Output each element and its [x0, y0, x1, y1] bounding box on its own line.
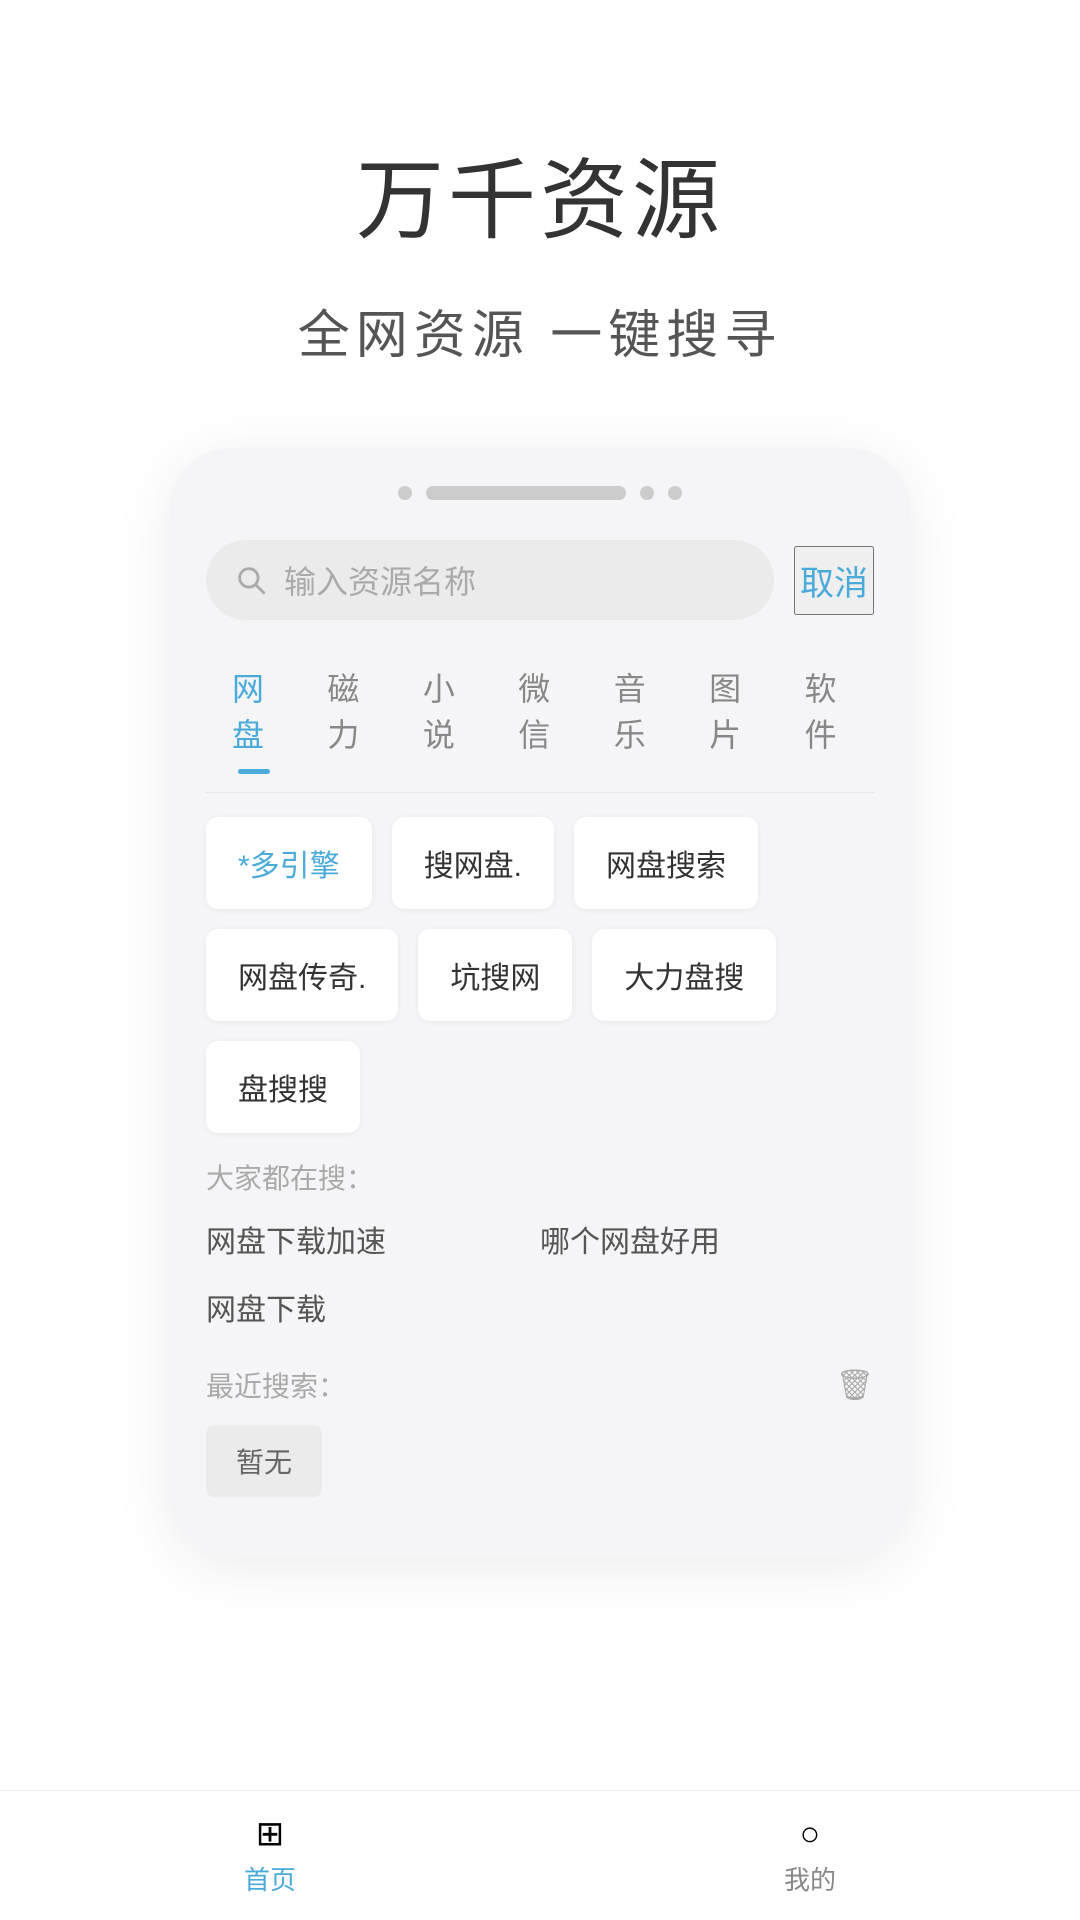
nav-label-mine: 我的 — [784, 1860, 836, 1897]
page-wrapper: 万千资源 全网资源 一键搜寻 输入资源名称 取消 网盘 — [0, 0, 1080, 1920]
tab-active-indicator — [238, 769, 270, 774]
nav-label-home: 首页 — [244, 1860, 296, 1897]
trash-icon[interactable]: 🗑 — [836, 1368, 874, 1403]
hero-section: 万千资源 全网资源 一键搜寻 — [0, 0, 1080, 368]
engine-btn-dalipan[interactable]: 大力盘搜 — [592, 929, 776, 1021]
engine-btn-pansousou[interactable]: 盘搜搜 — [206, 1041, 360, 1133]
tab-cili[interactable]: 磁力 — [301, 652, 396, 768]
category-tabs: 网盘 磁力 小说 微信 音乐 图片 软件 — [170, 652, 910, 768]
tab-wangpan[interactable]: 网盘 — [206, 652, 301, 768]
phone-topbar — [170, 486, 910, 500]
profile-icon: ○ — [800, 1815, 821, 1854]
tab-xiaoshuo[interactable]: 小说 — [397, 652, 492, 768]
bottom-nav: ⊞ 首页 ○ 我的 — [0, 1790, 1080, 1920]
home-icon: ⊞ — [256, 1814, 285, 1854]
recent-section-label: 最近搜索： — [206, 1365, 346, 1405]
nav-item-home[interactable]: ⊞ 首页 — [0, 1814, 540, 1897]
search-placeholder: 输入资源名称 — [284, 557, 746, 603]
engine-btn-wangpanchuanqi[interactable]: 网盘传奇. — [206, 929, 398, 1021]
popular-grid: 网盘下载加速 哪个网盘好用 网盘下载 — [170, 1217, 910, 1329]
search-icon — [234, 563, 268, 597]
tab-weixin[interactable]: 微信 — [492, 652, 587, 768]
topbar-pill — [426, 486, 626, 500]
popular-item-1[interactable]: 网盘下载加速 — [206, 1217, 540, 1261]
engine-btn-souwangpan[interactable]: 搜网盘. — [392, 817, 554, 909]
engine-btn-kengwang[interactable]: 坑搜网 — [418, 929, 572, 1021]
phone-mock: 输入资源名称 取消 网盘 磁力 小说 微信 音乐 图片 — [170, 448, 910, 1557]
search-bar-row: 输入资源名称 取消 — [170, 540, 910, 620]
recent-tags: 暂无 — [170, 1425, 910, 1497]
recent-tag-empty: 暂无 — [206, 1425, 322, 1497]
hero-title: 万千资源 — [356, 130, 724, 257]
topbar-dot-3 — [668, 486, 682, 500]
tab-ruanjian[interactable]: 软件 — [779, 652, 874, 768]
hero-subtitle: 全网资源 一键搜寻 — [298, 293, 782, 368]
popular-item-2[interactable]: 哪个网盘好用 — [540, 1217, 874, 1261]
cancel-button[interactable]: 取消 — [794, 546, 874, 615]
popular-item-3[interactable]: 网盘下载 — [206, 1285, 540, 1329]
tab-yinyue[interactable]: 音乐 — [588, 652, 683, 768]
topbar-dot-2 — [640, 486, 654, 500]
engine-grid: *多引擎 搜网盘. 网盘搜索 网盘传奇. 坑搜网 大力盘搜 盘搜搜 — [170, 817, 910, 1133]
topbar-dot-1 — [398, 486, 412, 500]
popular-section-label: 大家都在搜： — [170, 1157, 910, 1197]
recent-header: 最近搜索： 🗑 — [170, 1365, 910, 1405]
tabs-divider — [206, 792, 874, 793]
tab-tupian[interactable]: 图片 — [683, 652, 778, 768]
nav-item-mine[interactable]: ○ 我的 — [540, 1815, 1080, 1897]
search-input-wrap[interactable]: 输入资源名称 — [206, 540, 774, 620]
engine-btn-wangpansousuo[interactable]: 网盘搜索 — [574, 817, 758, 909]
engine-btn-multi[interactable]: *多引擎 — [206, 817, 372, 909]
